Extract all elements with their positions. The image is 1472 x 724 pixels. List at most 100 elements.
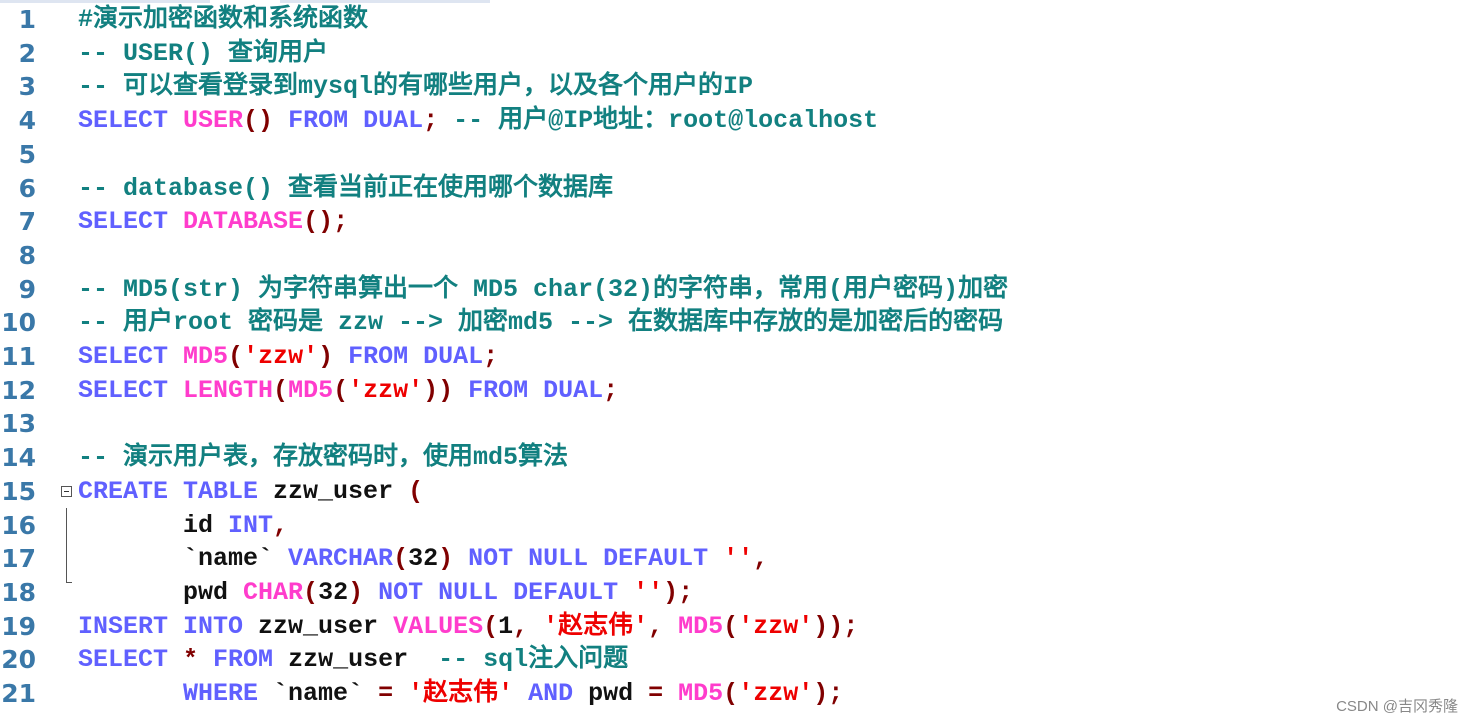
token-id: 32 xyxy=(318,577,349,607)
code-line[interactable]: 15 CREATE TABLE zzw_user ( xyxy=(0,475,1472,509)
code-text[interactable]: -- USER() 查询用户 xyxy=(78,37,328,71)
token-cm: -- 可以查看登录到mysql的有哪些用户，以及各个用户的IP xyxy=(78,72,754,102)
token-id: zzw_user xyxy=(288,645,439,675)
code-line[interactable]: 2 -- USER() 查询用户 xyxy=(0,37,1472,71)
code-line[interactable]: 9 -- MD5(str) 为字符串算出一个 MD5 char(32)的字符串，常… xyxy=(0,273,1472,307)
token-pn: ( xyxy=(393,544,409,574)
line-number: 10 xyxy=(1,308,36,338)
token-pn: = xyxy=(378,679,409,708)
token-id: zzw_user xyxy=(258,611,394,641)
token-pn: )) xyxy=(423,375,454,405)
code-line[interactable]: 13 xyxy=(0,407,1472,441)
token-pn: , xyxy=(273,510,289,540)
code-line[interactable]: 10 -- 用户root 密码是 zzw --> 加密md5 --> 在数据库中存… xyxy=(0,306,1472,340)
token-fn: MD5 xyxy=(678,611,724,641)
line-number: 16 xyxy=(1,510,36,540)
token-cm: -- sql注入问题 xyxy=(438,645,629,675)
code-text[interactable]: SELECT USER() FROM DUAL; -- 用户@IP地址：root… xyxy=(78,104,878,138)
token-kw: INSERT INTO xyxy=(78,611,259,641)
code-text[interactable]: INSERT INTO zzw_user VALUES(1, '赵志伟', MD… xyxy=(78,610,858,644)
token-kw: SELECT xyxy=(78,207,184,237)
token-kw: SELECT xyxy=(78,342,184,371)
line-number: 13 xyxy=(1,409,36,439)
code-line[interactable]: 20 SELECT * FROM zzw_user -- sql注入问题 xyxy=(0,643,1472,677)
token-kw: AND xyxy=(513,679,589,708)
token-fn: USER xyxy=(183,106,244,136)
code-text[interactable]: SELECT LENGTH(MD5('zzw')) FROM DUAL; xyxy=(78,374,618,408)
token-id: 1 xyxy=(498,611,514,641)
token-pn: )); xyxy=(813,611,859,641)
code-line[interactable]: 7 SELECT DATABASE(); xyxy=(0,205,1472,239)
code-text[interactable]: SELECT MD5('zzw') FROM DUAL; xyxy=(78,340,498,374)
line-number: 12 xyxy=(1,375,36,405)
fold-toggle-icon[interactable] xyxy=(61,486,72,497)
code-line[interactable]: 4 SELECT USER() FROM DUAL; -- 用户@IP地址：roo… xyxy=(0,104,1472,138)
code-line[interactable]: 11 SELECT MD5('zzw') FROM DUAL; xyxy=(0,340,1472,374)
token-cm: -- MD5(str) 为字符串算出一个 MD5 char(32)的字符串，常用… xyxy=(78,274,1009,304)
line-number: 17 xyxy=(1,544,36,574)
code-line[interactable]: 21 WHERE `name` = '赵志伟' AND pwd = MD5('z… xyxy=(0,677,1472,711)
code-line[interactable]: 12 SELECT LENGTH(MD5('zzw')) FROM DUAL; xyxy=(0,374,1472,408)
token-id: id xyxy=(78,510,229,540)
code-line[interactable]: 6 -- database() 查看当前正在使用哪个数据库 xyxy=(0,172,1472,206)
token-id: pwd xyxy=(78,577,244,607)
line-number: 8 xyxy=(18,240,36,270)
token-pn: , xyxy=(753,544,769,574)
line-number: 21 xyxy=(1,679,36,708)
token-pn: ( xyxy=(333,375,349,405)
line-number: 15 xyxy=(1,476,36,506)
code-text[interactable]: -- MD5(str) 为字符串算出一个 MD5 char(32)的字符串，常用… xyxy=(78,273,1008,307)
code-text[interactable]: -- 可以查看登录到mysql的有哪些用户，以及各个用户的IP xyxy=(78,70,753,104)
token-fn: MD5 xyxy=(183,342,229,371)
token-pn: ) xyxy=(348,577,364,607)
code-text[interactable]: -- 演示用户表，存放密码时，使用md5算法 xyxy=(78,441,568,475)
token-pn: ; xyxy=(423,106,439,136)
token-st: '' xyxy=(633,577,664,607)
token-st: '赵志伟' xyxy=(408,679,514,708)
token-fn: MD5 xyxy=(678,679,724,708)
token-id: zzw_user xyxy=(273,476,409,506)
token-kw: FROM DUAL xyxy=(333,342,484,371)
code-line[interactable]: 17 `name` VARCHAR(32) NOT NULL DEFAULT '… xyxy=(0,542,1472,576)
token-pn: ) xyxy=(438,544,454,574)
code-text[interactable]: SELECT DATABASE(); xyxy=(78,205,348,239)
line-number: 19 xyxy=(1,611,36,641)
token-cm: -- USER() 查询用户 xyxy=(78,38,329,68)
code-line[interactable]: 8 xyxy=(0,239,1472,273)
code-text[interactable]: -- 用户root 密码是 zzw --> 加密md5 --> 在数据库中存放的… xyxy=(78,306,1003,340)
code-text[interactable]: -- database() 查看当前正在使用哪个数据库 xyxy=(78,172,613,206)
token-st: '' xyxy=(723,544,754,574)
token-id: 32 xyxy=(408,544,439,574)
token-pn: () xyxy=(243,106,274,136)
code-line[interactable]: 19 INSERT INTO zzw_user VALUES(1, '赵志伟', … xyxy=(0,610,1472,644)
token-pn: ( xyxy=(483,611,499,641)
token-kw: WHERE xyxy=(78,679,274,708)
code-text[interactable]: `name` VARCHAR(32) NOT NULL DEFAULT '', xyxy=(78,542,768,576)
token-kw: NOT NULL DEFAULT xyxy=(453,544,724,574)
code-line[interactable]: 5 xyxy=(0,138,1472,172)
token-pn: (); xyxy=(303,207,349,237)
code-text[interactable]: pwd CHAR(32) NOT NULL DEFAULT ''); xyxy=(78,576,693,610)
token-cm: -- 用户root 密码是 zzw --> 加密md5 --> 在数据库中存放的… xyxy=(78,308,1004,338)
code-line[interactable]: 1 #演示加密函数和系统函数 xyxy=(0,3,1472,37)
token-pn: = xyxy=(648,679,679,708)
line-number: 4 xyxy=(18,106,36,136)
code-text[interactable]: SELECT * FROM zzw_user -- sql注入问题 xyxy=(78,643,628,677)
token-pn: ( xyxy=(723,679,739,708)
token-id: pwd xyxy=(588,679,649,708)
code-text[interactable]: id INT, xyxy=(78,509,288,543)
code-line[interactable]: 3 -- 可以查看登录到mysql的有哪些用户，以及各个用户的IP xyxy=(0,70,1472,104)
code-line[interactable]: 18 pwd CHAR(32) NOT NULL DEFAULT ''); xyxy=(0,576,1472,610)
code-text[interactable]: WHERE `name` = '赵志伟' AND pwd = MD5('zzw'… xyxy=(78,677,843,711)
token-kw: NOT NULL DEFAULT xyxy=(363,577,634,607)
token-pn: ( xyxy=(273,375,289,405)
code-line[interactable]: 14 -- 演示用户表，存放密码时，使用md5算法 xyxy=(0,441,1472,475)
code-line[interactable]: 16 id INT, xyxy=(0,509,1472,543)
line-number: 6 xyxy=(18,173,36,203)
code-text[interactable]: #演示加密函数和系统函数 xyxy=(78,3,368,37)
token-st: '赵志伟' xyxy=(543,611,649,641)
code-text[interactable]: CREATE TABLE zzw_user ( xyxy=(78,475,423,509)
line-number: 7 xyxy=(18,207,36,237)
sql-code-editor[interactable]: 1 #演示加密函数和系统函数 2 -- USER() 查询用户 3 -- 可以查看登录到m… xyxy=(0,0,1472,724)
token-st: 'zzw' xyxy=(738,611,814,641)
